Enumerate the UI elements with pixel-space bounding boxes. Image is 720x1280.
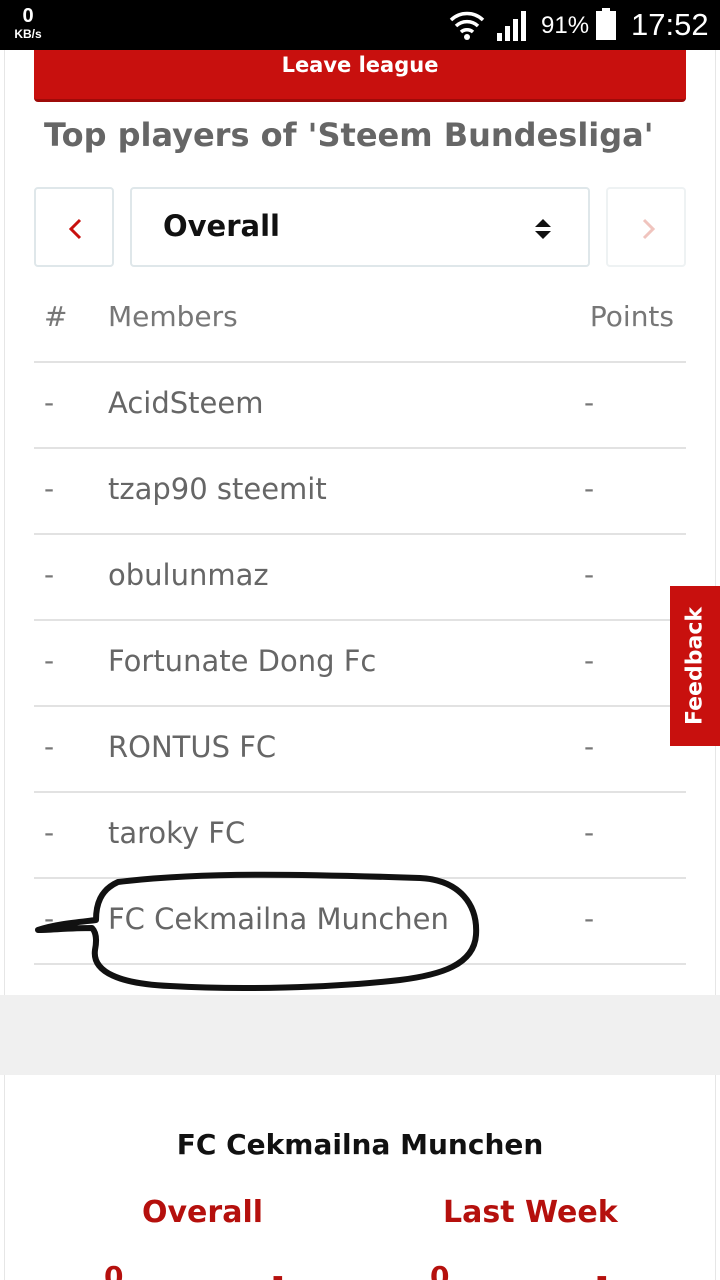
team-summary-name: FC Cekmailna Munchen [176, 1128, 544, 1161]
row-points: - [584, 644, 595, 677]
card-border-left [4, 50, 5, 995]
row-member-name: obulunmaz [108, 558, 269, 592]
table-row[interactable]: - tzap90 steemit - [34, 448, 686, 534]
battery-icon [596, 8, 616, 44]
overall-heading: Overall [142, 1195, 264, 1230]
battery-percent: 91% [541, 12, 590, 39]
card-border-left [4, 1075, 5, 1280]
period-select-value: Overall [163, 209, 280, 243]
table-row[interactable]: - taroky FC - [34, 792, 686, 878]
card-border-right [715, 50, 716, 995]
row-rank: - [44, 644, 55, 677]
network-speed-value: 0 [22, 5, 34, 27]
row-points: - [584, 558, 595, 591]
table-row[interactable]: - obulunmaz - [34, 534, 686, 620]
row-member-name: taroky FC [108, 816, 246, 850]
row-rank: - [44, 386, 55, 419]
last-week-points: 0 [430, 1260, 450, 1280]
feedback-tab[interactable]: Feedback [670, 586, 720, 746]
last-week-heading: Last Week [443, 1195, 618, 1230]
row-member-name: tzap90 steemit [108, 472, 327, 506]
row-member-name: FC Cekmailna Munchen [108, 902, 449, 936]
sort-arrows-icon [532, 217, 554, 245]
row-rank: - [44, 558, 55, 591]
column-header-rank: # [44, 300, 68, 333]
row-rank: - [44, 902, 55, 935]
column-header-members: Members [108, 300, 238, 333]
row-points: - [584, 816, 595, 849]
row-points: - [584, 730, 595, 763]
section-separator [0, 995, 720, 1075]
wifi-icon [448, 8, 486, 46]
row-rank: - [44, 472, 55, 505]
row-divider [34, 963, 686, 965]
table-row[interactable]: - FC Cekmailna Munchen - [34, 878, 686, 964]
next-period-button[interactable] [606, 187, 686, 267]
chevron-left-icon [68, 218, 82, 240]
signal-icon [496, 9, 532, 45]
row-rank: - [44, 816, 55, 849]
last-week-rank: - [596, 1260, 608, 1280]
row-rank: - [44, 730, 55, 763]
column-header-points: Points [589, 300, 674, 333]
feedback-label: Feedback [682, 607, 708, 725]
network-speed-unit: KB/s [14, 27, 42, 41]
table-row[interactable]: - Fortunate Dong Fc - [34, 620, 686, 706]
clock: 17:52 [631, 7, 709, 42]
table-row[interactable]: - AcidSteem - [34, 362, 686, 448]
previous-period-button[interactable] [34, 187, 114, 267]
status-bar: 0 KB/s 91% 17:52 [0, 0, 720, 50]
chevron-right-icon [642, 218, 656, 240]
page-title: Top players of 'Steem Bundesliga' [44, 116, 654, 154]
overall-rank: - [272, 1260, 284, 1280]
row-points: - [584, 472, 595, 505]
row-member-name: AcidSteem [108, 386, 264, 420]
row-member-name: RONTUS FC [108, 730, 277, 764]
row-points: - [584, 902, 595, 935]
period-select[interactable]: Overall [130, 187, 590, 267]
card-border-right [715, 1075, 716, 1280]
network-speed: 0 KB/s [8, 6, 48, 40]
overall-points: 0 [104, 1260, 124, 1280]
table-row[interactable]: - RONTUS FC - [34, 706, 686, 792]
row-member-name: Fortunate Dong Fc [108, 644, 377, 678]
row-points: - [584, 386, 595, 419]
leave-league-button[interactable]: Leave league [34, 50, 686, 102]
